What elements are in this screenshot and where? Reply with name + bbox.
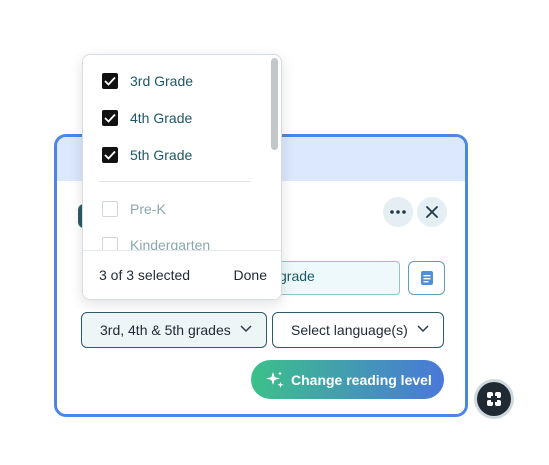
chevron-down-icon [417,325,429,333]
change-reading-level-button[interactable]: Change reading level [251,360,444,399]
dropdown-footer: 3 of 3 selected Done [83,250,281,299]
brand-logo-icon [487,392,501,406]
checkbox-checked[interactable] [102,147,118,163]
done-button[interactable]: Done [234,267,267,283]
grade-text-field[interactable]: grade [272,261,400,295]
notes-button[interactable] [408,261,445,295]
dropdown-divider [99,181,251,182]
chevron-down-icon [240,325,252,333]
grade-dropdown-menu: 3rd Grade 4th Grade 5th Grade Pre-K Kind… [82,54,282,300]
checkbox-checked[interactable] [102,73,118,89]
grade-select-value: 3rd, 4th & 5th grades [100,322,231,338]
option-label: 5th Grade [130,147,193,163]
dropdown-option-3rd-grade[interactable]: 3rd Grade [102,73,193,89]
checkbox-checked[interactable] [102,110,118,126]
dropdown-option-pre-k[interactable]: Pre-K [102,201,166,217]
option-label: 4th Grade [130,110,193,126]
dropdown-option-5th-grade[interactable]: 5th Grade [102,147,192,163]
more-horizontal-icon [390,210,406,214]
change-reading-level-label: Change reading level [291,371,432,388]
option-label: 3rd Grade [130,73,194,89]
grade-select[interactable]: 3rd, 4th & 5th grades [81,312,267,348]
sparkle-icon [266,371,284,388]
more-options-button[interactable] [383,197,413,227]
checkmark-icon [104,76,116,86]
dropdown-option-4th-grade[interactable]: 4th Grade [102,110,192,126]
close-button[interactable] [417,197,447,227]
assistant-fab[interactable] [477,382,511,416]
language-select-placeholder: Select language(s) [291,322,408,338]
language-select[interactable]: Select language(s) [272,312,444,348]
close-icon [426,206,438,218]
grade-text-value: grade [279,268,315,284]
option-label: Pre-K [130,201,166,217]
dropdown-scrollbar[interactable] [271,58,278,150]
checkbox-unchecked[interactable] [102,201,118,217]
checkmark-icon [104,113,116,123]
selected-count: 3 of 3 selected [99,267,191,283]
document-icon [420,271,433,285]
checkmark-icon [104,150,116,160]
